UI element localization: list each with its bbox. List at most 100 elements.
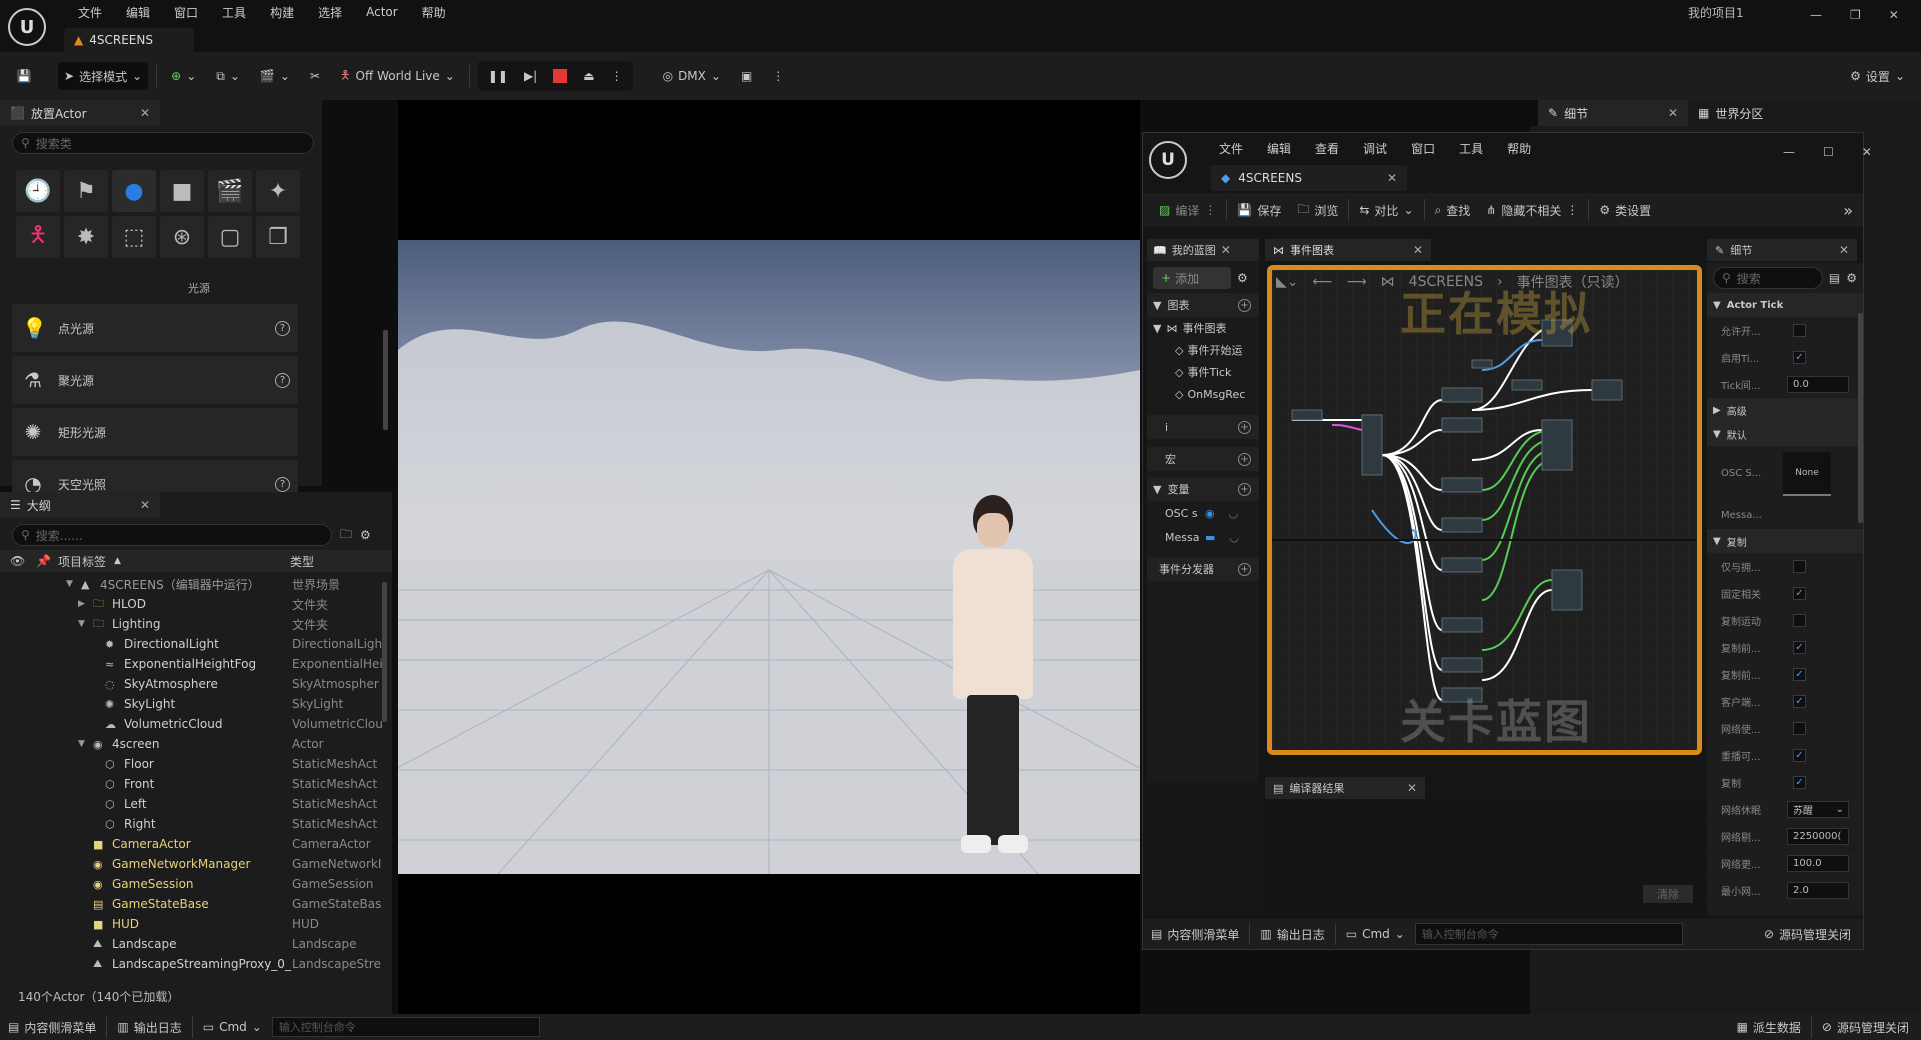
bp-menu-item[interactable]: 窗口 xyxy=(1399,140,1447,157)
outliner-row[interactable]: ◉ GameSession GameSession xyxy=(0,874,392,894)
variables-section[interactable]: ▼ 变量 + xyxy=(1147,477,1259,501)
graph-canvas[interactable]: ◣⌄ ⟵ ⟶ ⋈ 4SCREENS › 事件图表（只读） 正在模拟 关卡蓝图 xyxy=(1267,265,1702,755)
content-drawer-button[interactable]: ▤ 内容侧滑菜单 xyxy=(1151,926,1239,943)
grid-icon[interactable]: ▤ xyxy=(1829,271,1840,285)
event-item[interactable]: ◇ OnMsgRec xyxy=(1147,383,1259,405)
close-icon[interactable]: ✕ xyxy=(1407,781,1417,795)
outliner-row[interactable]: ≈ ExponentialHeightFog ExponentialHei xyxy=(0,654,392,674)
close-icon[interactable]: ✕ xyxy=(1387,171,1397,185)
add-button[interactable]: + 添加 xyxy=(1153,267,1231,289)
character-icon[interactable]: 🯅 xyxy=(16,216,60,258)
outliner-row[interactable]: ⬡ Left StaticMeshAct xyxy=(0,794,392,814)
details-scrollbar[interactable] xyxy=(1858,313,1863,523)
details-search-input[interactable]: ⚲ 搜索 xyxy=(1713,267,1823,289)
checkbox[interactable]: ✓ xyxy=(1793,350,1806,364)
light-icon[interactable]: ● xyxy=(112,170,156,212)
outliner-row[interactable]: ■ CameraActor CameraActor xyxy=(0,834,392,854)
add-variable-icon[interactable]: + xyxy=(1238,482,1251,496)
outliner-row[interactable]: ✺ SkyLight SkyLight xyxy=(0,694,392,714)
add-macro-icon[interactable]: + xyxy=(1238,452,1251,466)
shapes-icon[interactable]: ■ xyxy=(160,170,204,212)
maximize-icon[interactable]: ☐ xyxy=(1823,145,1834,159)
outliner-row[interactable]: ■ HUD HUD xyxy=(0,914,392,934)
main-source-control-button[interactable]: ⊘ 源码管理关闭 xyxy=(1822,1019,1921,1036)
media-icon[interactable]: ⊛ xyxy=(160,216,204,258)
mode-selector[interactable]: ➤ 选择模式 ⌄ xyxy=(58,62,149,90)
visibility-icon[interactable]: 👁 xyxy=(10,554,25,568)
outliner-row[interactable]: ✹ DirectionalLight DirectionalLigh xyxy=(0,634,392,654)
value-field[interactable]: 2250000( xyxy=(1787,827,1849,845)
expand-icon[interactable]: » xyxy=(1843,201,1853,220)
compiler-results-tab[interactable]: ▤ 编译器结果 ✕ xyxy=(1265,777,1425,799)
dropdown[interactable]: 苏醒 ⌄ xyxy=(1787,800,1849,818)
event-item[interactable]: ◇ 事件Tick xyxy=(1147,361,1259,383)
place-actor-tab[interactable]: ⬛ 放置Actor ✕ xyxy=(0,100,160,126)
bp-menu-item[interactable]: 编辑 xyxy=(1255,140,1303,157)
menu-item[interactable]: 窗口 xyxy=(162,4,210,21)
main-output-log-button[interactable]: ▥ 输出日志 xyxy=(117,1019,181,1036)
checkbox[interactable]: ✓ xyxy=(1793,775,1806,789)
console-input[interactable]: 输入控制台命令 xyxy=(1414,923,1683,945)
class-settings-button[interactable]: ⚙ 类设置 xyxy=(1593,196,1657,224)
build-button[interactable]: ✂ xyxy=(304,62,326,90)
bp-menu-item[interactable]: 文件 xyxy=(1207,140,1255,157)
main-cmd-selector[interactable]: ▭ Cmd ⌄ xyxy=(203,1020,262,1034)
advanced-section[interactable]: ▶ 高级 xyxy=(1707,398,1863,422)
help-icon[interactable]: ? xyxy=(275,320,290,336)
close-icon[interactable]: ✕ xyxy=(1668,106,1678,120)
visibility-icon[interactable]: ◡ xyxy=(1229,531,1239,544)
visibility-icon[interactable]: ◡ xyxy=(1229,507,1239,520)
compile-button[interactable]: ▨ 编译 ⋮ xyxy=(1153,196,1222,224)
outliner-row[interactable]: ◌ SkyAtmosphere SkyAtmospher xyxy=(0,674,392,694)
basic-icon[interactable]: ⚑ xyxy=(64,170,108,212)
checkbox[interactable]: ✓ xyxy=(1793,640,1806,654)
bp-menu-item[interactable]: 帮助 xyxy=(1495,140,1543,157)
outliner-row[interactable]: ⬡ Floor StaticMeshAct xyxy=(0,754,392,774)
expand-arrow-icon[interactable]: ▼ xyxy=(78,739,88,749)
variable-item[interactable]: OSC s ◉ ◡ xyxy=(1147,501,1259,525)
unreal-logo-icon[interactable]: U xyxy=(1149,141,1187,179)
replication-section[interactable]: ▼ 复制 xyxy=(1707,529,1863,553)
help-icon[interactable]: ? xyxy=(275,476,290,492)
cmd-selector[interactable]: ▭ Cmd ⌄ xyxy=(1346,927,1405,941)
forward-icon[interactable]: ⟶ xyxy=(1347,274,1367,290)
value-field[interactable]: 2.0 xyxy=(1787,881,1849,899)
visual-effects-icon[interactable]: ✦ xyxy=(256,170,300,212)
copy-icon[interactable]: ❐ xyxy=(256,216,300,258)
bp-menu-item[interactable]: 调试 xyxy=(1351,140,1399,157)
volumes-icon[interactable]: ▢ xyxy=(208,216,252,258)
close-icon[interactable]: ✕ xyxy=(1839,243,1849,257)
gear-icon[interactable]: ⚙ xyxy=(1237,271,1248,285)
person-figure[interactable] xyxy=(943,495,1043,865)
outliner-search-input[interactable]: ⚲ 搜索...... xyxy=(12,524,332,546)
checkbox[interactable] xyxy=(1793,721,1806,735)
variable-item[interactable]: Messa ▬ ◡ xyxy=(1147,525,1259,549)
functions-section[interactable]: i + xyxy=(1147,415,1259,439)
bookmark-icon[interactable]: ◣⌄ xyxy=(1276,274,1299,290)
clear-button[interactable]: 清除 xyxy=(1643,885,1693,903)
outliner-row[interactable]: ⬡ Front StaticMeshAct xyxy=(0,774,392,794)
outliner-row[interactable]: ⛰ LandscapeStreamingProxy_0_ LandscapeStre xyxy=(0,954,392,974)
gear-icon[interactable]: ⚙ xyxy=(360,528,371,542)
pause-icon[interactable]: ❚❚ xyxy=(482,62,514,90)
outliner-row[interactable]: ☁ VolumetricCloud VolumetricClou xyxy=(0,714,392,734)
pin-icon[interactable]: 📌 xyxy=(36,554,51,568)
outliner-scrollbar[interactable] xyxy=(382,582,387,722)
outliner-row[interactable]: ⬡ Right StaticMeshAct xyxy=(0,814,392,834)
outliner-tab[interactable]: ☰ 大纲 ✕ xyxy=(0,492,160,518)
plugin-icon[interactable]: ▣ xyxy=(735,62,758,90)
menu-item[interactable]: 选择 xyxy=(306,4,354,21)
column-label[interactable]: 项目标签 xyxy=(58,553,106,570)
close-icon[interactable]: ✕ xyxy=(1221,243,1231,257)
column-type[interactable]: 类型 xyxy=(290,553,314,570)
menu-item[interactable]: 文件 xyxy=(66,4,114,21)
viewport[interactable] xyxy=(398,100,1140,1014)
outliner-row[interactable]: ▶ 🗀 HLOD 文件夹 xyxy=(0,594,392,614)
bp-document-tab[interactable]: ◆ 4SCREENS ✕ xyxy=(1211,165,1407,191)
checkbox[interactable]: ✓ xyxy=(1793,694,1806,708)
dispatchers-section[interactable]: 事件分发器 + xyxy=(1147,557,1259,581)
unreal-logo-icon[interactable]: U xyxy=(8,8,46,46)
diff-button[interactable]: ⇆ 对比 ⌄ xyxy=(1353,196,1419,224)
back-icon[interactable]: ⟵ xyxy=(1313,274,1333,290)
geometry-icon[interactable]: ⬚ xyxy=(112,216,156,258)
